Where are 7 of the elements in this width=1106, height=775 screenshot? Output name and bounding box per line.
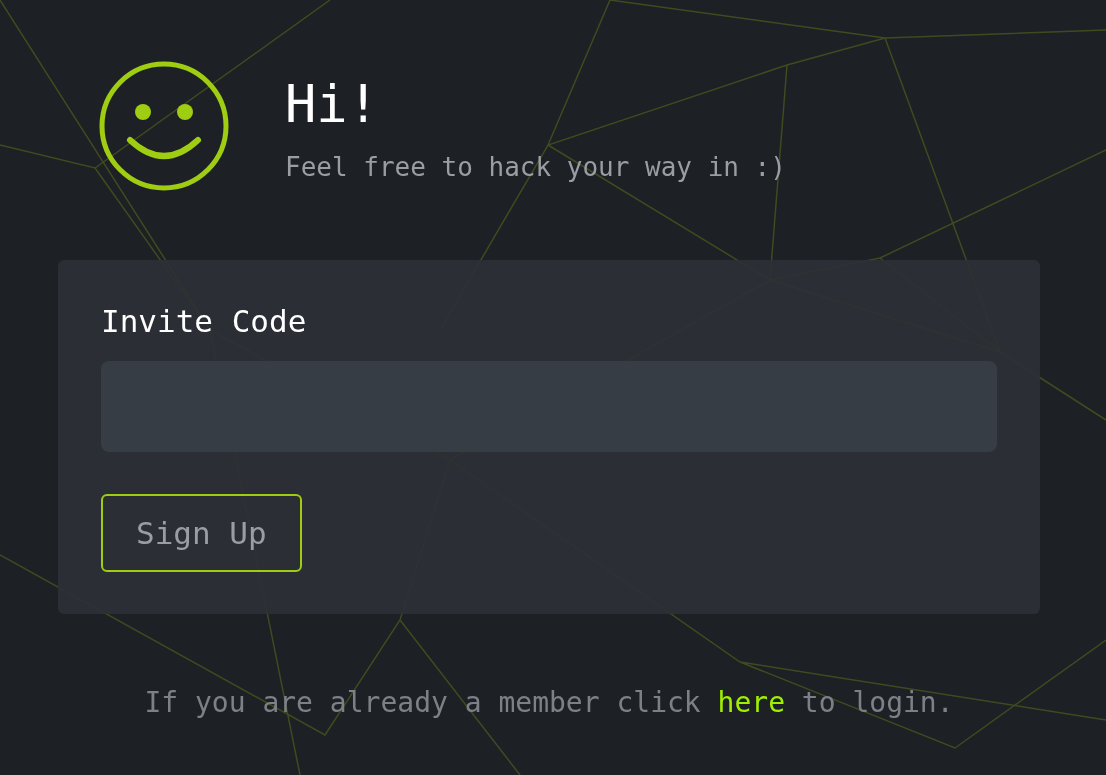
- smiley-icon: [98, 60, 230, 192]
- subtitle: Feel free to hack your way in :): [285, 151, 786, 184]
- login-prompt: If you are already a member click here to login.: [143, 685, 955, 721]
- login-link[interactable]: here: [717, 686, 785, 719]
- field-label: Invite Code: [101, 302, 308, 341]
- greeting-title: Hi!: [285, 78, 380, 130]
- sign-up-button[interactable]: Sign Up: [101, 493, 302, 572]
